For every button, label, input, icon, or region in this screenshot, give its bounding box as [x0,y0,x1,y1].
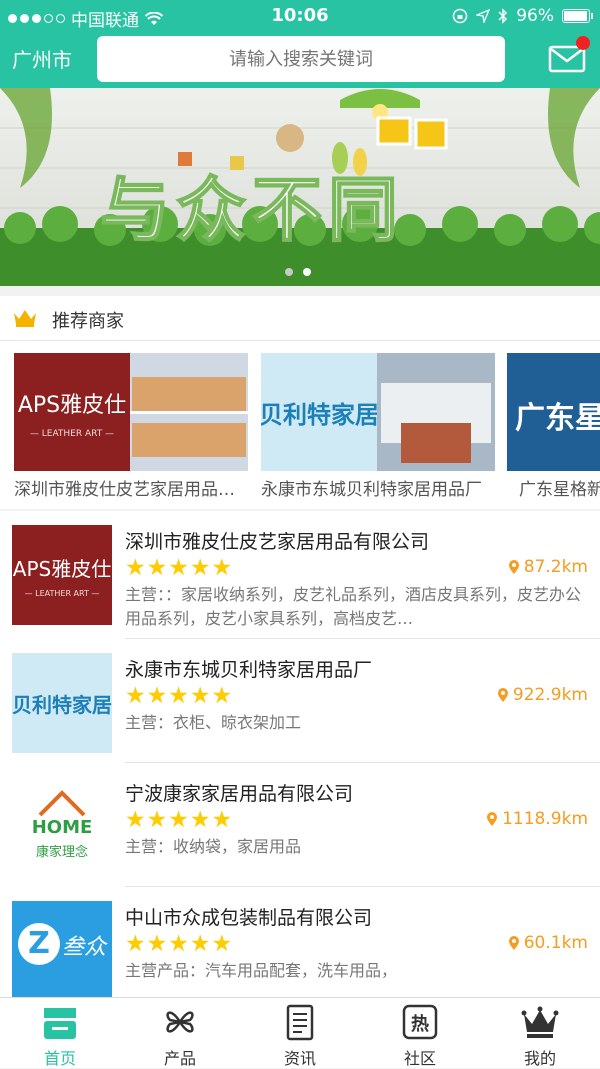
recommend-section-header: 推荐商家 [0,296,600,341]
tab-label: 资讯 [283,1049,316,1068]
recommend-card-name: 广东星格新材料有限公司 [519,480,600,500]
merchant-banner-image: APS雅皮仕 — LEATHER ART — [14,353,248,471]
merchant-logo: 贝利特家居 [12,653,112,753]
carousel-dot-active[interactable] [303,268,311,276]
unread-badge [576,36,590,50]
message-button[interactable] [548,36,590,76]
merchant-banner-image: 广东星格 [507,353,600,471]
distance-value: 1118.9km [502,809,588,829]
merchant-name: 宁波康家家居用品有限公司 [125,783,354,805]
tab-label: 产品 [163,1049,196,1068]
top-header: 广州市 [0,32,600,88]
merchant-description: 主营：：家居收纳系列，皮艺礼品系列，酒店皮具系列，皮艺办公用品系列，皮艺小家具系… [125,585,582,628]
merchant-description: 主营：收纳袋，家居用品 [125,837,302,856]
status-bar: 中国联通 10:06 96% [0,0,600,32]
merchant-logo-subtext: — LEATHER ART — [29,429,115,439]
distance-value: 87.2km [523,557,588,577]
list-item[interactable]: 贝利特家居 永康市东城贝利特家居用品厂 ★★★★★ 922.9km 主营：衣柜、… [0,639,600,763]
location-pin-icon [508,560,519,574]
recommend-card[interactable]: 广东星格 广东星格新材料有限公司 [507,353,600,500]
location-pin-icon [487,812,498,826]
merchant-logo-text: HOME [31,817,93,838]
merchant-logo-subtext: 康家理念 [35,845,88,860]
merchant-name: 中山市众成包装制品有限公司 [125,907,373,929]
lock-rotation-icon [452,8,468,24]
rating-stars: ★★★★★ [125,807,234,833]
crown-icon [521,1006,559,1038]
merchant-logo: HOME 康家理念 [12,777,112,877]
bottom-tab-bar: 首页 产品 资讯 热 社区 我的 [0,997,600,1068]
tab-label: 社区 [403,1049,436,1068]
crown-icon [14,310,36,327]
merchant-logo-subtext: 叁众 [62,935,107,960]
carousel-indicator [285,268,311,276]
hot-icon: 热 [402,1004,438,1040]
merchant-logo-text: 贝利特家居 [12,693,112,717]
list-item[interactable]: HOME 康家理念 宁波康家家居用品有限公司 ★★★★★ 1118.9km 主营… [0,763,600,887]
merchant-list: APS雅皮仕 — LEATHER ART — 深圳市雅皮仕皮艺家居用品有限公司 … [0,511,600,997]
merchant-banner-image: 贝利特家居 [261,353,495,471]
merchant-logo-text: APS雅皮仕 [12,557,112,581]
distance: 60.1km [508,933,588,953]
distance: 1118.9km [486,809,588,829]
recommend-card[interactable]: APS雅皮仕 — LEATHER ART — 深圳市雅皮仕皮艺家居用品有限公司 [14,353,248,500]
recommend-card-name: 深圳市雅皮仕皮艺家居用品有限公司 [14,480,244,500]
section-title: 推荐商家 [52,311,124,332]
location-pin-icon [508,936,519,950]
tab-home[interactable]: 首页 [0,1004,120,1069]
tab-mine[interactable]: 我的 [480,1004,600,1069]
merchant-logo-subtext: — LEATHER ART — [24,589,100,598]
merchant-logo: Z 叁众 [12,901,112,997]
banner-carousel[interactable]: 与众不同 [0,88,600,286]
carousel-dot[interactable] [285,268,293,276]
list-item[interactable]: APS雅皮仕 — LEATHER ART — 深圳市雅皮仕皮艺家居用品有限公司 … [0,511,600,639]
battery-percent: 96% [516,6,554,26]
tab-news[interactable]: 资讯 [240,1004,360,1069]
merchant-name: 深圳市雅皮仕皮艺家居用品有限公司 [125,531,430,553]
house-roof-icon [38,790,86,817]
merchant-logo-text: 贝利特家居 [261,401,379,429]
merchant-description: 主营：衣柜、晾衣架加工 [125,713,302,732]
tab-products[interactable]: 产品 [120,1004,240,1069]
recommend-carousel[interactable]: APS雅皮仕 — LEATHER ART — 深圳市雅皮仕皮艺家居用品有限公司 … [0,341,600,509]
merchant-logo-text: Z [18,923,60,965]
distance-value: 60.1km [523,933,588,953]
battery-icon [562,9,593,23]
merchant-logo-text: 广东星格 [515,401,600,436]
news-icon [286,1004,314,1041]
rating-stars: ★★★★★ [125,555,234,581]
rating-stars: ★★★★★ [125,683,234,709]
distance-value: 922.9km [512,685,588,705]
home-icon [44,1008,76,1039]
list-item[interactable]: Z 叁众 中山市众成包装制品有限公司 ★★★★★ 60.1km 主营产品：汽车用… [0,887,600,997]
distance: 922.9km [497,685,588,705]
city-selector[interactable]: 广州市 [12,44,72,73]
location-pin-icon [497,688,508,702]
banner-slogan: 与众不同 [100,169,404,251]
search-input[interactable] [97,36,505,82]
distance: 87.2km [508,557,588,577]
rating-stars: ★★★★★ [125,931,234,957]
recommend-card[interactable]: 贝利特家居 永康市东城贝利特家居用品厂 [261,353,495,500]
tab-label: 我的 [523,1049,556,1068]
merchant-description: 主营产品：汽车用品配套，洗车用品， [125,961,398,980]
bluetooth-icon [498,8,508,24]
location-arrow-icon [476,9,491,23]
tab-label: 首页 [43,1049,76,1068]
merchant-name: 永康市东城贝利特家居用品厂 [125,659,373,681]
recommend-card-name: 永康市东城贝利特家居用品厂 [261,480,482,500]
merchant-logo-text: APS雅皮仕 [17,393,127,418]
tab-community[interactable]: 热 社区 [360,1004,480,1069]
svg-text:热: 热 [411,1013,429,1035]
merchant-logo: APS雅皮仕 — LEATHER ART — [12,525,112,625]
clover-icon [166,1011,194,1033]
